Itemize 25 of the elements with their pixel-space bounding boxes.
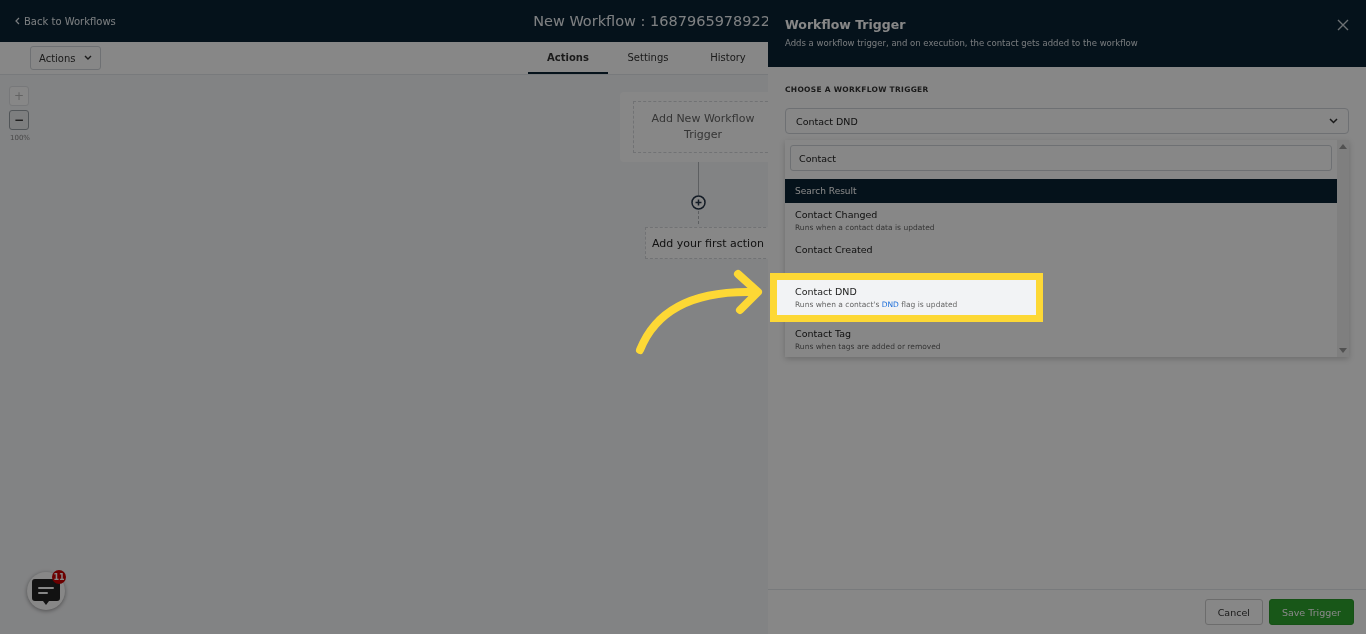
caret-icon <box>1329 118 1338 124</box>
drawer-subtitle: Adds a workflow trigger, and on execution, the contact gets added to the workflow <box>785 38 1139 48</box>
chevron-left-icon <box>14 17 20 25</box>
tab[interactable]: History <box>688 42 768 74</box>
tab[interactable]: Settings <box>608 42 688 74</box>
scroll-down-icon[interactable] <box>1339 348 1347 353</box>
notification-badge: 11 <box>52 570 66 584</box>
workflow-title: New Workflow : 1687965978922 <box>533 13 770 29</box>
cancel-button[interactable]: Cancel <box>1204 599 1263 625</box>
trigger-select[interactable]: Contact DND <box>785 108 1349 134</box>
zoom-out-button[interactable]: − <box>9 110 29 130</box>
search-field[interactable]: Contact <box>790 145 1332 171</box>
first-action-node[interactable]: Add your first action <box>645 227 768 259</box>
drawer-title: Workflow Trigger <box>785 17 906 32</box>
scroll-up-icon[interactable] <box>1339 144 1347 149</box>
chat-button[interactable] <box>27 572 65 610</box>
scrollbar[interactable] <box>1337 140 1349 357</box>
actions-dropdown[interactable]: Actions <box>30 46 101 70</box>
group-header: Search Result <box>785 179 1337 203</box>
add-step-icon[interactable] <box>691 195 706 210</box>
trigger-node[interactable]: Add New Workflow Trigger <box>620 92 768 162</box>
close-icon[interactable] <box>1336 18 1350 32</box>
save-button[interactable]: Save Trigger <box>1268 599 1354 625</box>
caret-icon <box>83 55 92 61</box>
back-link[interactable]: Back to Workflows <box>14 15 116 27</box>
